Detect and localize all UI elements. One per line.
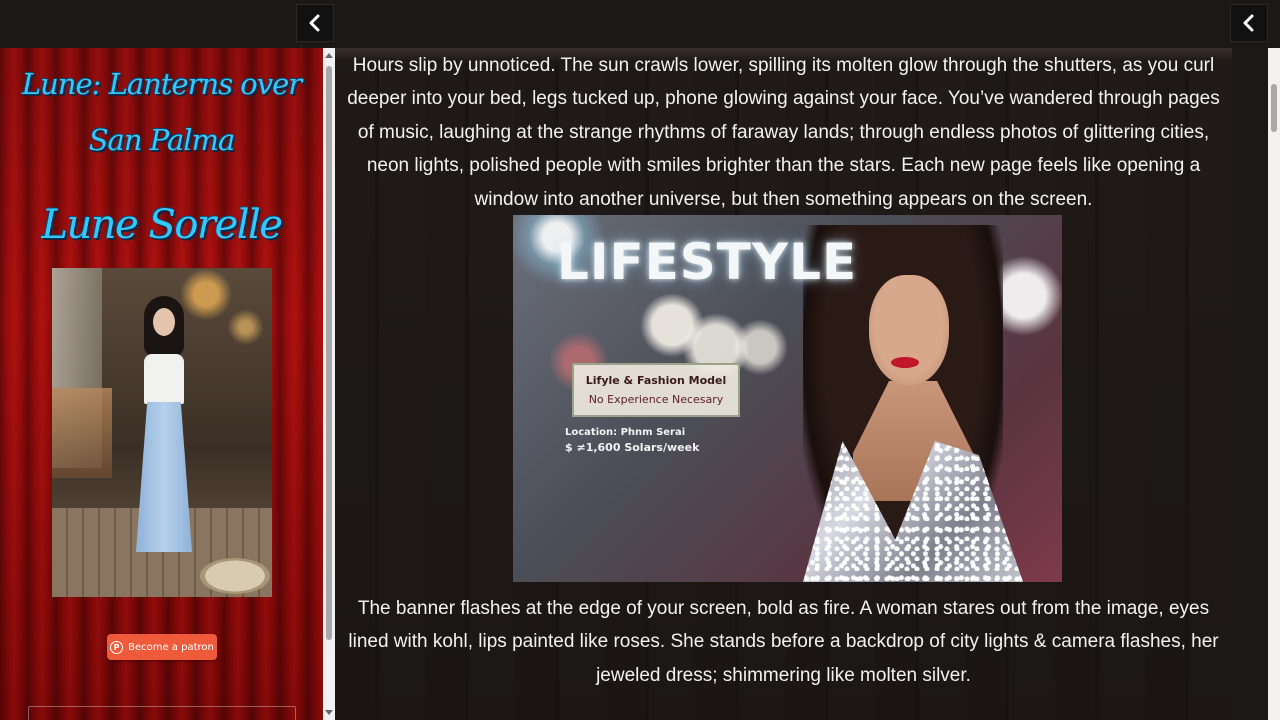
main-scroll-thumb[interactable] <box>1271 84 1277 132</box>
banner-sign-line-1: Lifyle & Fashion Model <box>585 374 727 387</box>
portrait-face <box>153 308 175 336</box>
banner-woman-lips <box>891 357 919 368</box>
banner-location: Location: Phnm Serai <box>565 427 686 438</box>
main-scrollbar[interactable] <box>1268 48 1280 720</box>
portrait-skirt <box>136 402 192 552</box>
chevron-left-icon <box>1243 14 1254 32</box>
patreon-icon: P <box>110 640 124 654</box>
sidebar-toggle-button[interactable] <box>296 4 334 42</box>
right-panel-toggle-button[interactable] <box>1230 4 1268 42</box>
story-paragraph: Hours slip by unnoticed. The sun crawls … <box>347 55 1220 210</box>
right-margin <box>1232 48 1268 720</box>
portrait-rug <box>200 558 270 594</box>
portrait-shelf <box>52 388 112 478</box>
lifestyle-banner-image: LIFESTYLE Lifyle & Fashion Model No Expe… <box>513 215 1062 582</box>
scroll-up-arrow-icon[interactable] <box>325 53 333 58</box>
story-title: Lune: Lanterns over San Palma <box>21 67 302 157</box>
patron-button-label: Become a patron <box>128 641 214 653</box>
sidebar-scrollbar[interactable] <box>323 48 335 720</box>
banner-woman-face <box>869 275 949 385</box>
character-name: Lune Sorelle <box>41 202 283 248</box>
chevron-left-icon <box>309 14 320 32</box>
sidebar-scroll-thumb[interactable] <box>326 66 332 640</box>
banner-headline: LIFESTYLE <box>557 233 858 291</box>
story-paragraph: The banner flashes at the edge of your s… <box>348 598 1219 686</box>
character-portrait <box>52 268 272 597</box>
portrait-blouse <box>144 354 184 404</box>
sidebar: Lune: Lanterns over San Palma Lune Sorel… <box>0 48 323 720</box>
become-patron-button[interactable]: P Become a patron <box>107 634 217 660</box>
top-bar <box>0 0 1280 48</box>
banner-sign: Lifyle & Fashion Model No Experience Nec… <box>572 363 740 417</box>
banner-sign-line-2: No Experience Necesary <box>588 393 724 406</box>
banner-pay: $ ≠1,600 Solars/week <box>565 441 700 454</box>
sidebar-bottom-panel[interactable] <box>28 706 296 720</box>
scroll-down-arrow-icon[interactable] <box>325 710 333 715</box>
story-panel: Hours slip by unnoticed. The sun crawls … <box>335 48 1232 720</box>
